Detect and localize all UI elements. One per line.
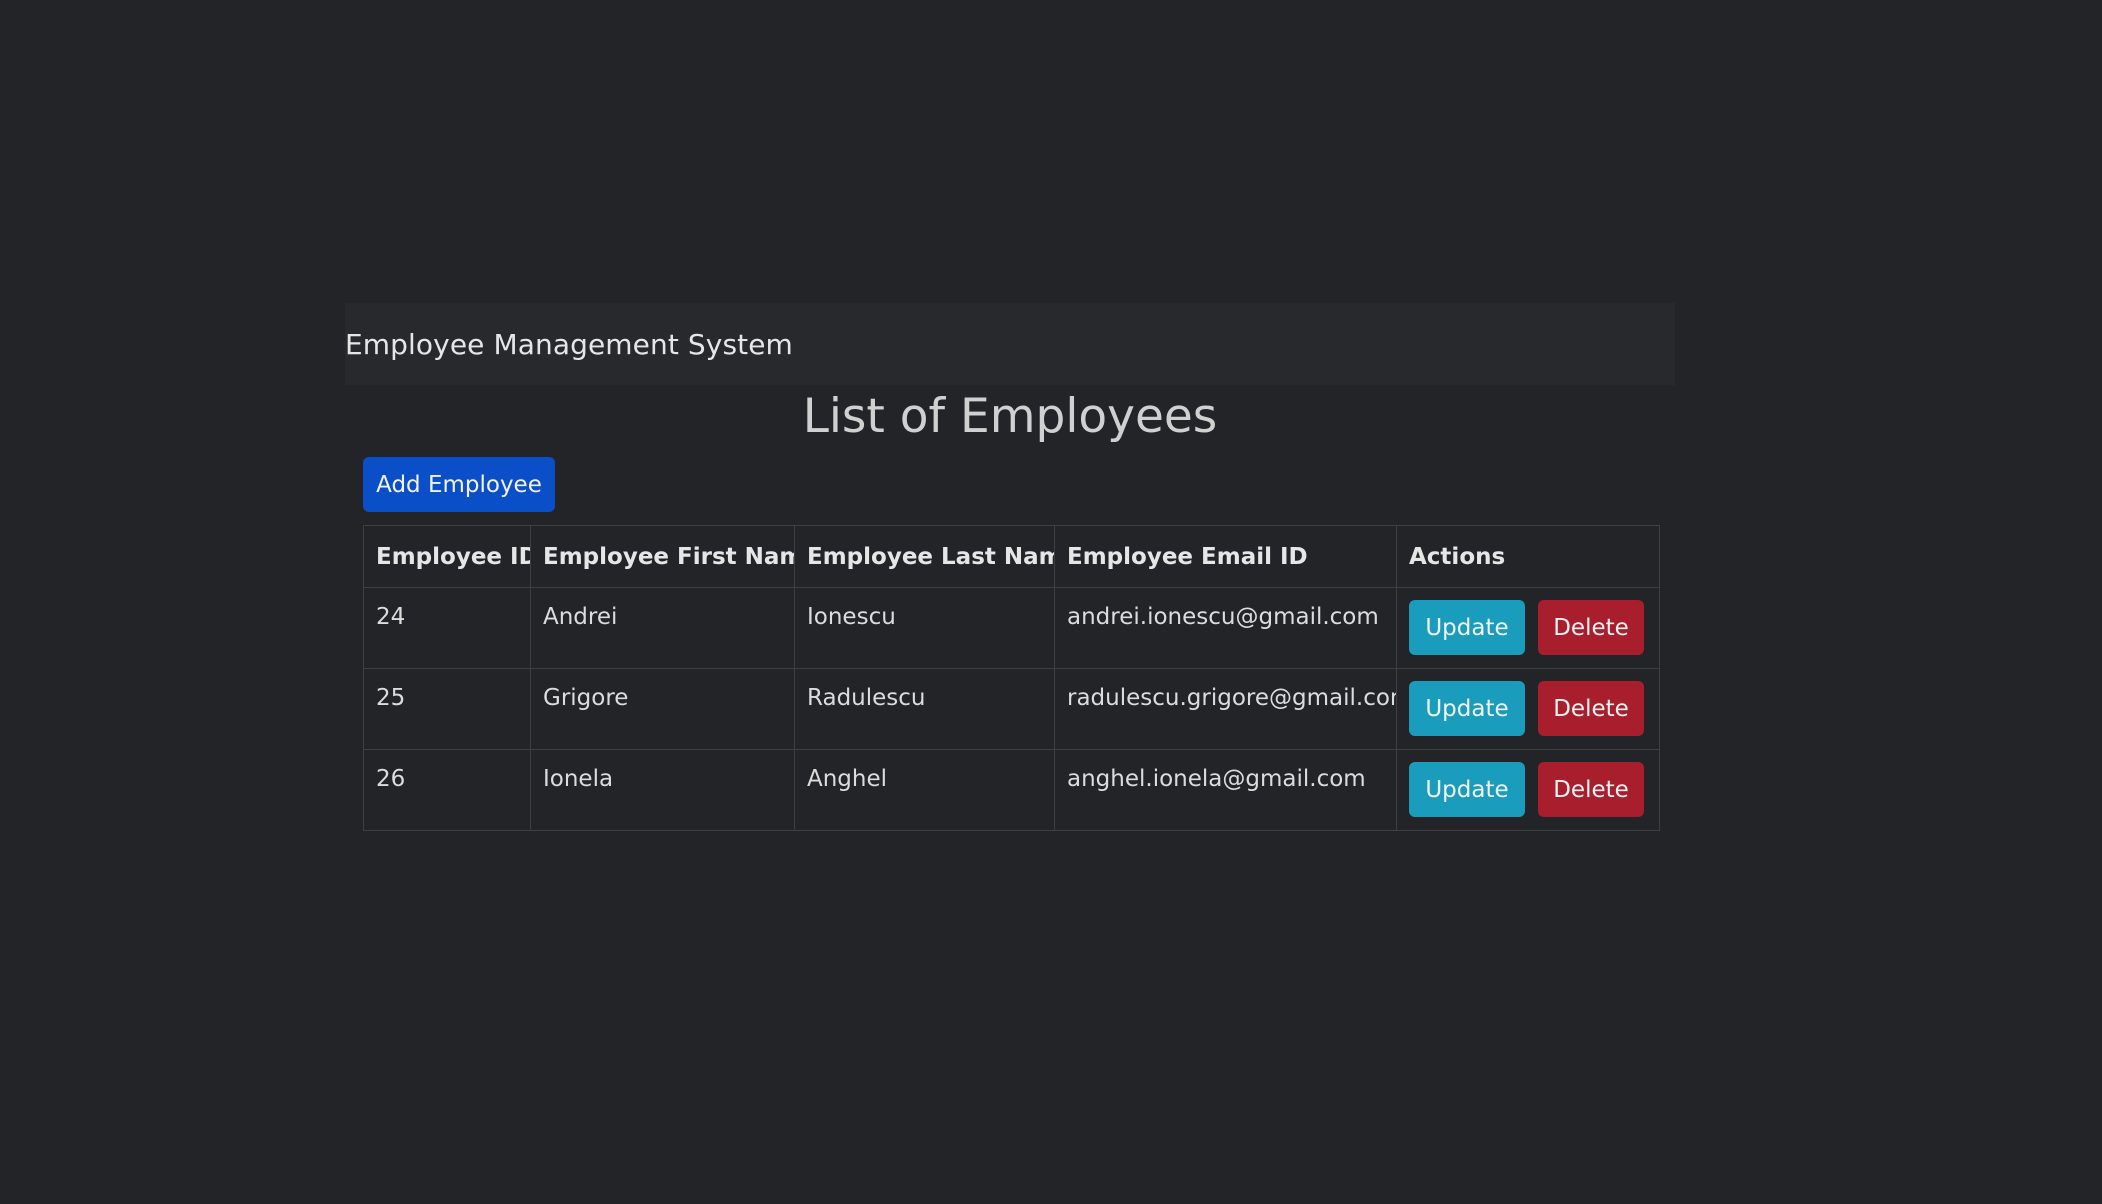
cell-email: radulescu.grigore@gmail.com (1054, 668, 1397, 750)
header-first-name: Employee First Name (530, 525, 795, 588)
update-button[interactable]: Update (1409, 600, 1525, 655)
update-button[interactable]: Update (1409, 681, 1525, 736)
employees-table: Employee ID Employee First Name Employee… (363, 525, 1660, 831)
cell-actions: Update Delete (1396, 749, 1660, 831)
header-last-name: Employee Last Name (794, 525, 1055, 588)
cell-first-name: Grigore (530, 668, 795, 750)
cell-email: andrei.ionescu@gmail.com (1054, 587, 1397, 669)
navbar-brand[interactable]: Employee Management System (345, 328, 793, 361)
table-row: 26 Ionela Anghel anghel.ionela@gmail.com… (363, 749, 1660, 831)
cell-actions: Update Delete (1396, 668, 1660, 750)
header-actions: Actions (1396, 525, 1660, 588)
delete-button[interactable]: Delete (1538, 600, 1644, 655)
delete-button[interactable]: Delete (1538, 762, 1644, 817)
cell-employee-id: 25 (363, 668, 531, 750)
page-title: List of Employees (802, 389, 1218, 444)
table-header-row: Employee ID Employee First Name Employee… (363, 525, 1660, 588)
cell-first-name: Andrei (530, 587, 795, 669)
cell-email: anghel.ionela@gmail.com (1054, 749, 1397, 831)
header-employee-id: Employee ID (363, 525, 531, 588)
cell-last-name: Ionescu (794, 587, 1055, 669)
navbar: Employee Management System (345, 303, 1675, 385)
cell-last-name: Radulescu (794, 668, 1055, 750)
cell-actions: Update Delete (1396, 587, 1660, 669)
table-row: 25 Grigore Radulescu radulescu.grigore@g… (363, 668, 1660, 750)
header-email: Employee Email ID (1054, 525, 1397, 588)
cell-employee-id: 24 (363, 587, 531, 669)
cell-last-name: Anghel (794, 749, 1055, 831)
cell-employee-id: 26 (363, 749, 531, 831)
update-button[interactable]: Update (1409, 762, 1525, 817)
delete-button[interactable]: Delete (1538, 681, 1644, 736)
add-employee-button[interactable]: Add Employee (363, 457, 555, 512)
cell-first-name: Ionela (530, 749, 795, 831)
table-row: 24 Andrei Ionescu andrei.ionescu@gmail.c… (363, 587, 1660, 669)
